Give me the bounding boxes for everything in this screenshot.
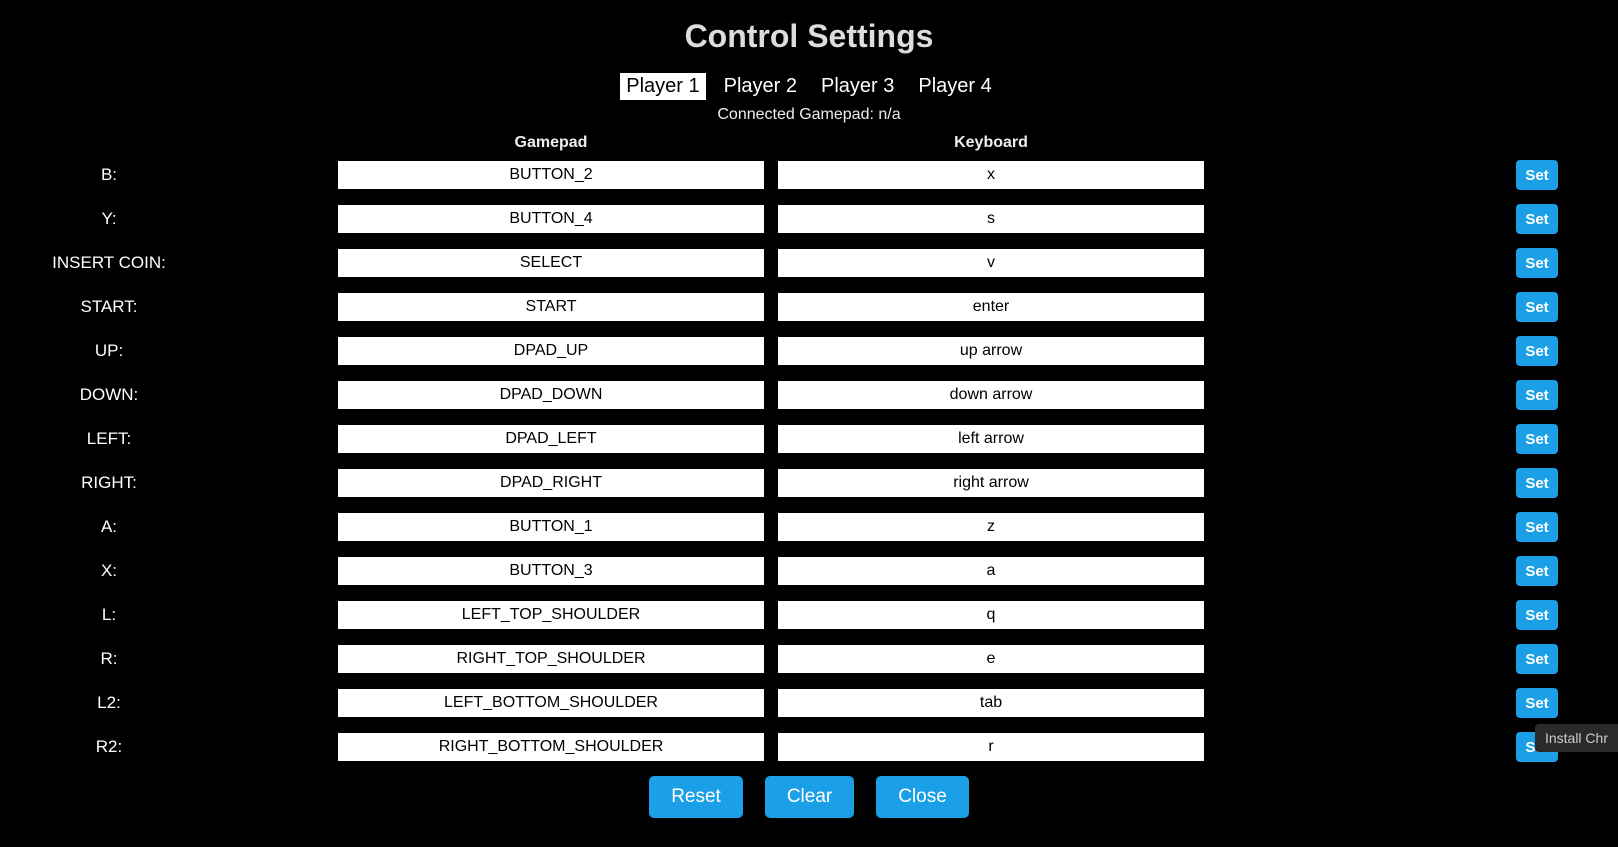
set-button[interactable]: Set [1516,512,1558,542]
tab-player-2[interactable]: Player 2 [718,73,803,100]
page-title: Control Settings [0,18,1618,55]
keyboard-field[interactable] [778,733,1204,761]
gamepad-field[interactable] [338,293,764,321]
control-label: RIGHT: [0,473,338,493]
control-row: START: Set [0,292,1618,322]
control-row: B: Set [0,160,1618,190]
keyboard-field[interactable] [778,161,1204,189]
control-label: UP: [0,341,338,361]
control-label: Y: [0,209,338,229]
keyboard-field[interactable] [778,205,1204,233]
set-button[interactable]: Set [1516,600,1558,630]
control-label: L: [0,605,338,625]
gamepad-field[interactable] [338,645,764,673]
control-row: DOWN: Set [0,380,1618,410]
player-tabs: Player 1 Player 2 Player 3 Player 4 [0,73,1618,100]
keyboard-field[interactable] [778,337,1204,365]
gamepad-field[interactable] [338,469,764,497]
control-label: R2: [0,737,338,757]
gamepad-field[interactable] [338,425,764,453]
gamepad-field[interactable] [338,557,764,585]
keyboard-field[interactable] [778,381,1204,409]
gamepad-field[interactable] [338,161,764,189]
control-label: DOWN: [0,385,338,405]
gamepad-field[interactable] [338,513,764,541]
column-header-gamepad: Gamepad [338,134,764,152]
control-row: INSERT COIN: Set [0,248,1618,278]
control-row: RIGHT: Set [0,468,1618,498]
control-label: L2: [0,693,338,713]
gamepad-field[interactable] [338,601,764,629]
gamepad-field[interactable] [338,733,764,761]
set-button[interactable]: Set [1516,292,1558,322]
reset-button[interactable]: Reset [649,776,743,818]
control-row: UP: Set [0,336,1618,366]
set-button[interactable]: Set [1516,468,1558,498]
control-row: R2:Set [0,732,1618,762]
set-button[interactable]: Set [1516,248,1558,278]
set-button[interactable]: Set [1516,160,1558,190]
control-row: LEFT: Set [0,424,1618,454]
set-button[interactable]: Set [1516,688,1558,718]
clear-button[interactable]: Clear [765,776,854,818]
control-row: X: Set [0,556,1618,586]
set-button[interactable]: Set [1516,556,1558,586]
gamepad-field[interactable] [338,205,764,233]
control-label: INSERT COIN: [0,253,338,273]
control-row: L: Set [0,600,1618,630]
gamepad-field[interactable] [338,689,764,717]
control-row: Y: Set [0,204,1618,234]
column-header-keyboard: Keyboard [778,134,1204,152]
keyboard-field[interactable] [778,249,1204,277]
control-row: R: Set [0,644,1618,674]
gamepad-field[interactable] [338,249,764,277]
tab-player-4[interactable]: Player 4 [912,73,997,100]
set-button[interactable]: Set [1516,644,1558,674]
keyboard-field[interactable] [778,601,1204,629]
control-label: A: [0,517,338,537]
keyboard-field[interactable] [778,469,1204,497]
control-label: LEFT: [0,429,338,449]
control-label: X: [0,561,338,581]
control-label: START: [0,297,338,317]
close-button[interactable]: Close [876,776,969,818]
set-button[interactable]: Set [1516,424,1558,454]
keyboard-field[interactable] [778,513,1204,541]
keyboard-field[interactable] [778,645,1204,673]
control-label: B: [0,165,338,185]
set-button[interactable]: Set [1516,336,1558,366]
tab-player-3[interactable]: Player 3 [815,73,900,100]
keyboard-field[interactable] [778,425,1204,453]
gamepad-field[interactable] [338,337,764,365]
tab-player-1[interactable]: Player 1 [620,73,705,100]
connected-gamepad-label: Connected Gamepad: n/a [0,106,1618,124]
control-row: L2: Set [0,688,1618,718]
keyboard-field[interactable] [778,689,1204,717]
set-button[interactable]: Set [1516,204,1558,234]
control-row: A: Set [0,512,1618,542]
keyboard-field[interactable] [778,293,1204,321]
install-chrome-hint[interactable]: Install Chr [1535,724,1618,752]
gamepad-field[interactable] [338,381,764,409]
control-label: R: [0,649,338,669]
keyboard-field[interactable] [778,557,1204,585]
set-button[interactable]: Set [1516,380,1558,410]
